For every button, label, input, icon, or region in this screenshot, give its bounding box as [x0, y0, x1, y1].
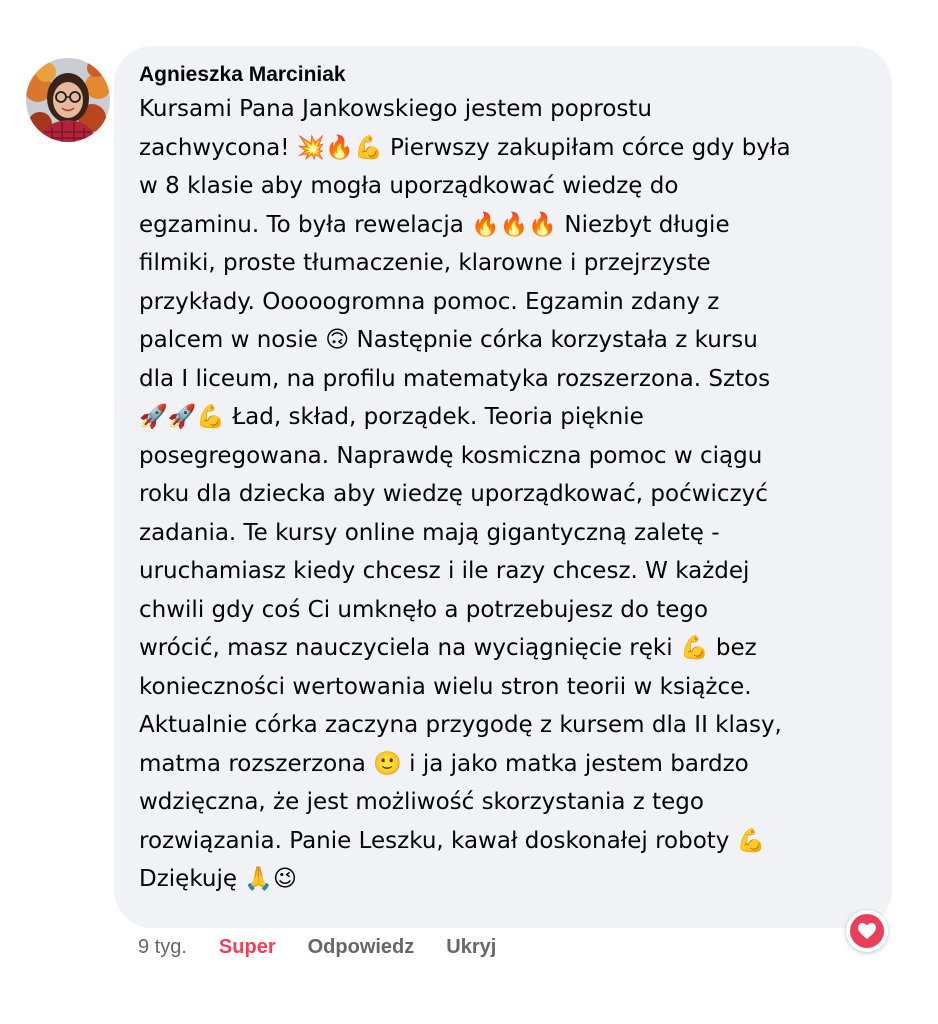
comment-line: filmiki, proste tłumaczenie, klarowne i …	[139, 250, 711, 276]
comment-line: rozwiązania. Panie Leszku, kawał doskona…	[139, 827, 766, 854]
react-button[interactable]: Super	[219, 936, 276, 959]
comment-line: przykłady. Ooooogromna pomoc. Egzamin zd…	[139, 288, 720, 315]
comment-bubble: Agnieszka Marciniak Kursami Pana Jankows…	[114, 46, 892, 928]
comment-line: w 8 klasie aby mogła uporządkować wiedzę…	[139, 173, 679, 199]
comment-line: wrócić, masz nauczyciela na wyciągnięcie…	[139, 635, 757, 661]
heart-icon	[850, 914, 884, 948]
comment-line: posegregowana. Naprawdę kosmiczna pomoc …	[139, 442, 763, 469]
comment-line: roku dla dziecka aby wiedzę uporządkować…	[139, 481, 768, 507]
avatar-image	[26, 58, 110, 142]
reply-button[interactable]: Odpowiedz	[308, 936, 415, 959]
comment-author[interactable]: Agnieszka Marciniak	[139, 60, 870, 90]
comment-line: zadania. Te kursy online mają gigantyczn…	[139, 519, 720, 546]
comment-line: 🚀🚀💪 Ład, skład, porządek. Teoria pięknie	[139, 404, 644, 430]
comment-line: konieczności wertowania wielu stron teor…	[139, 673, 752, 700]
comment-line: palcem w nosie 🙃 Następnie córka korzyst…	[139, 327, 758, 353]
hide-button[interactable]: Ukryj	[446, 936, 496, 959]
reaction-badge[interactable]	[846, 910, 888, 952]
comment-timestamp[interactable]: 9 tyg.	[138, 936, 187, 959]
comment-line: matma rozszerzona 🙂 i ja jako matka jest…	[139, 750, 749, 777]
comment-line: chwili gdy coś Ci umknęło a potrzebujesz…	[139, 596, 709, 623]
avatar[interactable]	[26, 58, 110, 142]
comment-actions: 9 tyg. Super Odpowiedz Ukryj	[138, 932, 528, 962]
comment-line: zachwycona! 💥🔥💪 Pierwszy zakupiłam córce…	[139, 134, 791, 161]
comment-line: Dziękuję 🙏😉	[139, 866, 297, 892]
comment-line: Aktualnie córka zaczyna przygodę z kurse…	[139, 712, 782, 738]
comment-text: Kursami Pana Jankowskiego jestem poprost…	[139, 90, 870, 899]
comment-line: egzaminu. To była rewelacja 🔥🔥🔥 Niezbyt …	[139, 211, 730, 238]
comment-line: dla I liceum, na profilu matematyka rozs…	[139, 365, 771, 392]
comment-line: uruchamiasz kiedy chcesz i ile razy chce…	[139, 558, 750, 584]
comment-line: wdzięczna, że jest możliwość skorzystani…	[139, 789, 704, 815]
comment-line: Kursami Pana Jankowskiego jestem poprost…	[139, 96, 653, 122]
